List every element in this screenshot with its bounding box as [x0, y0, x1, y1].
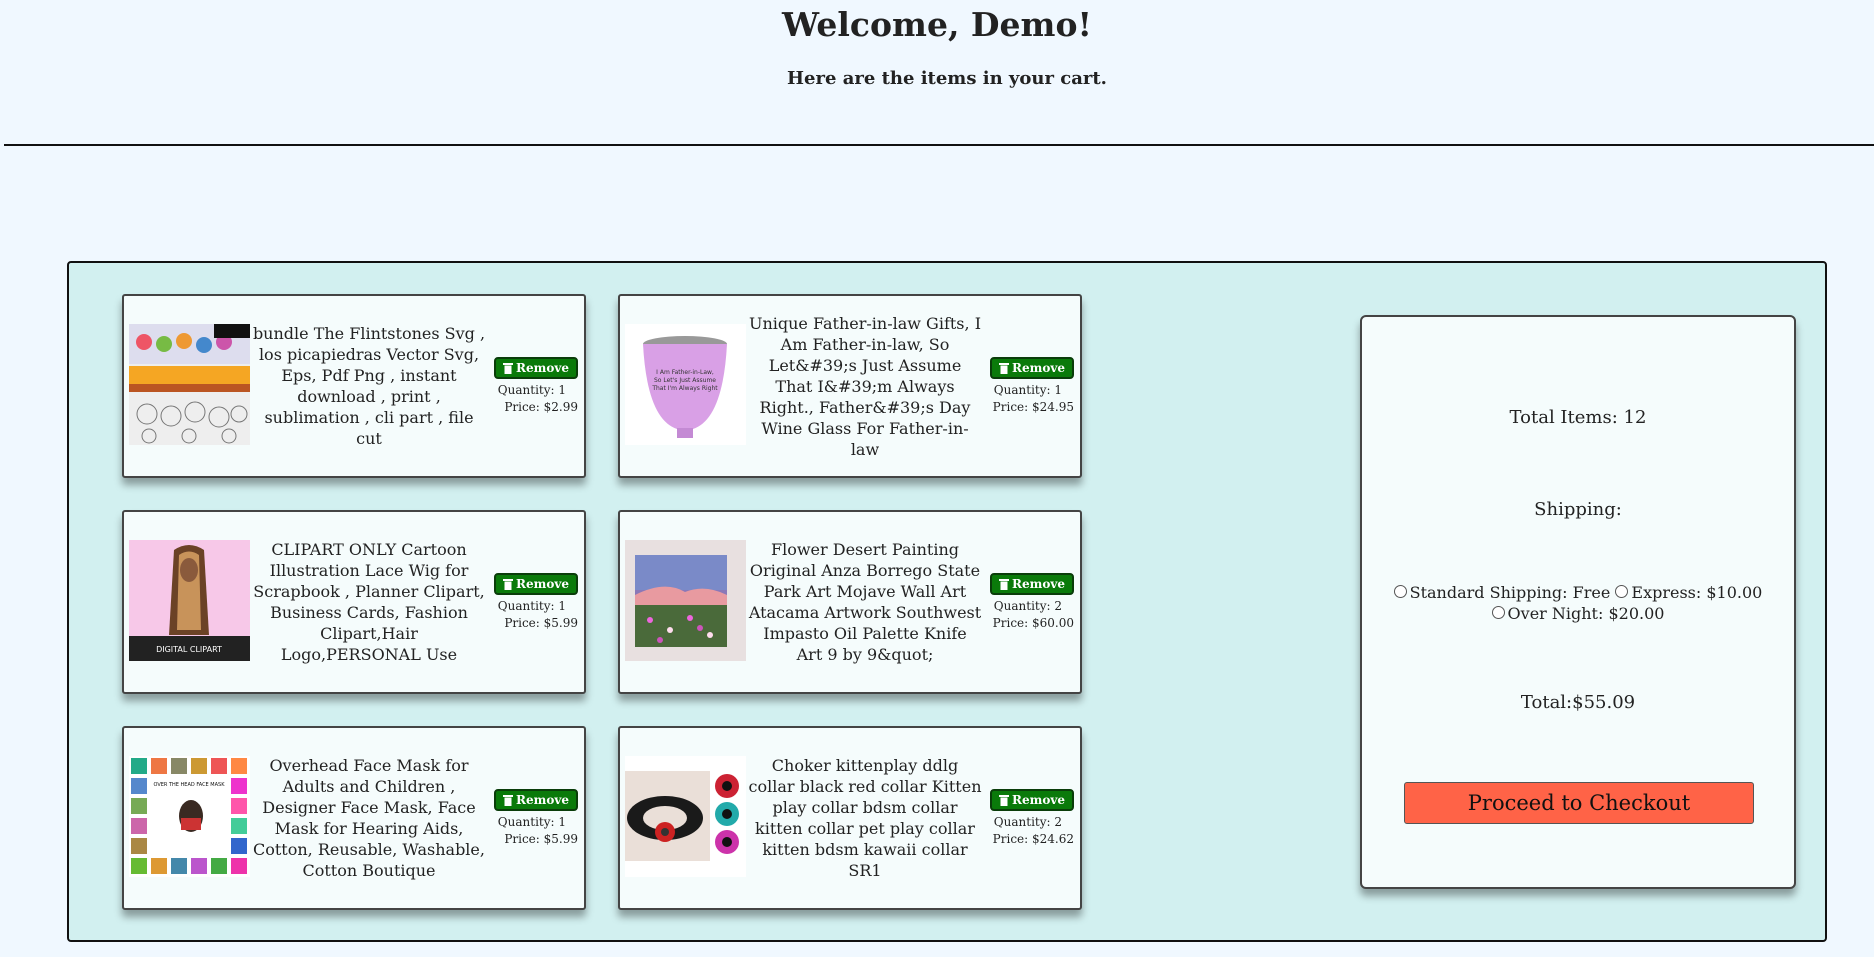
page-subtitle: Here are the items in your cart.: [787, 68, 1107, 89]
trash-icon: [999, 795, 1010, 806]
product-image: [625, 756, 746, 877]
shipping-option-label: Over Night: $20.00: [1507, 604, 1665, 623]
item-price: Price: $5.99: [504, 832, 578, 846]
remove-label: Remove: [1012, 793, 1065, 807]
cart-item: Choker kittenplay ddlg collar black red …: [618, 726, 1082, 910]
remove-label: Remove: [516, 361, 569, 375]
product-image: OVER THE HEAD FACE MASK: [129, 756, 250, 877]
item-title: Overhead Face Mask for Adults and Childr…: [253, 756, 485, 880]
trash-icon: [503, 795, 514, 806]
shipping-option-label: Express: $10.00: [1631, 583, 1763, 602]
item-quantity: Quantity: 1: [497, 599, 566, 613]
remove-button[interactable]: Remove: [990, 789, 1074, 811]
item-quantity: Quantity: 2: [993, 599, 1062, 613]
remove-button[interactable]: Remove: [990, 573, 1074, 595]
item-title: bundle The Flintstones Svg , los picapie…: [252, 324, 486, 448]
shipping-option-standard[interactable]: Standard Shipping: Free: [1393, 583, 1611, 602]
svg-text:That I'm Always Right: That I'm Always Right: [651, 385, 718, 392]
shipping-option-overnight[interactable]: Over Night: $20.00: [1491, 604, 1665, 623]
trash-icon: [503, 363, 514, 374]
item-title: CLIPART ONLY Cartoon Illustration Lace W…: [253, 540, 485, 664]
remove-label: Remove: [1012, 577, 1065, 591]
cart-item: Flower Desert Painting Original Anza Bor…: [618, 510, 1082, 694]
remove-label: Remove: [516, 793, 569, 807]
item-price: Price: $24.95: [992, 400, 1074, 414]
cart-item: DIGITAL CLIPART CLIPART ONLY Cartoon Ill…: [122, 510, 586, 694]
radio-express[interactable]: [1615, 585, 1629, 598]
remove-label: Remove: [516, 577, 569, 591]
item-price: Price: $24.62: [992, 832, 1074, 846]
item-quantity: Quantity: 1: [497, 383, 566, 397]
total-items: Total Items: 12: [1509, 407, 1647, 428]
trash-icon: [999, 579, 1010, 590]
cart-container: bundle The Flintstones Svg , los picapie…: [67, 261, 1827, 942]
header-divider: [4, 144, 1874, 146]
radio-overnight[interactable]: [1491, 606, 1505, 619]
radio-standard[interactable]: [1393, 585, 1407, 598]
cart-item: bundle The Flintstones Svg , los picapie…: [122, 294, 586, 478]
svg-text:So Let's Just Assume: So Let's Just Assume: [654, 377, 716, 384]
trash-icon: [999, 363, 1010, 374]
remove-button[interactable]: Remove: [494, 357, 578, 379]
shipping-option-label: Standard Shipping: Free: [1409, 583, 1611, 602]
remove-button[interactable]: Remove: [494, 573, 578, 595]
item-title: Flower Desert Painting Original Anza Bor…: [748, 540, 982, 664]
shipping-options: Standard Shipping: Free Express: $10.00 …: [1382, 582, 1774, 624]
remove-button[interactable]: Remove: [494, 789, 578, 811]
item-price: Price: $60.00: [992, 616, 1074, 630]
cart-item: I Am Father-in-Law, So Let's Just Assume…: [618, 294, 1082, 478]
page-title: Welcome, Demo!: [782, 5, 1092, 44]
item-title: Choker kittenplay ddlg collar black red …: [748, 756, 982, 880]
product-image: DIGITAL CLIPART: [129, 540, 250, 661]
remove-label: Remove: [1012, 361, 1065, 375]
svg-text:OVER THE HEAD FACE MASK: OVER THE HEAD FACE MASK: [153, 782, 225, 788]
svg-text:I Am Father-in-Law,: I Am Father-in-Law,: [656, 369, 714, 376]
checkout-button[interactable]: Proceed to Checkout: [1404, 782, 1754, 824]
item-price: Price: $5.99: [504, 616, 578, 630]
shipping-label: Shipping:: [1534, 499, 1622, 520]
shipping-option-express[interactable]: Express: $10.00: [1615, 583, 1762, 602]
product-image: [625, 540, 746, 661]
item-quantity: Quantity: 1: [993, 383, 1062, 397]
item-title: Unique Father-in-law Gifts, I Am Father-…: [748, 313, 982, 459]
product-image: [129, 324, 250, 445]
order-total: Total:$55.09: [1520, 692, 1636, 713]
product-image: I Am Father-in-Law, So Let's Just Assume…: [625, 324, 746, 445]
order-summary-panel: Total Items: 12 Shipping: Standard Shipp…: [1360, 315, 1796, 889]
svg-text:DIGITAL CLIPART: DIGITAL CLIPART: [156, 645, 222, 654]
cart-item: OVER THE HEAD FACE MASK Overhead Face Ma…: [122, 726, 586, 910]
trash-icon: [503, 579, 514, 590]
item-quantity: Quantity: 2: [993, 815, 1062, 829]
item-quantity: Quantity: 1: [497, 815, 566, 829]
remove-button[interactable]: Remove: [990, 357, 1074, 379]
item-price: Price: $2.99: [504, 400, 578, 414]
